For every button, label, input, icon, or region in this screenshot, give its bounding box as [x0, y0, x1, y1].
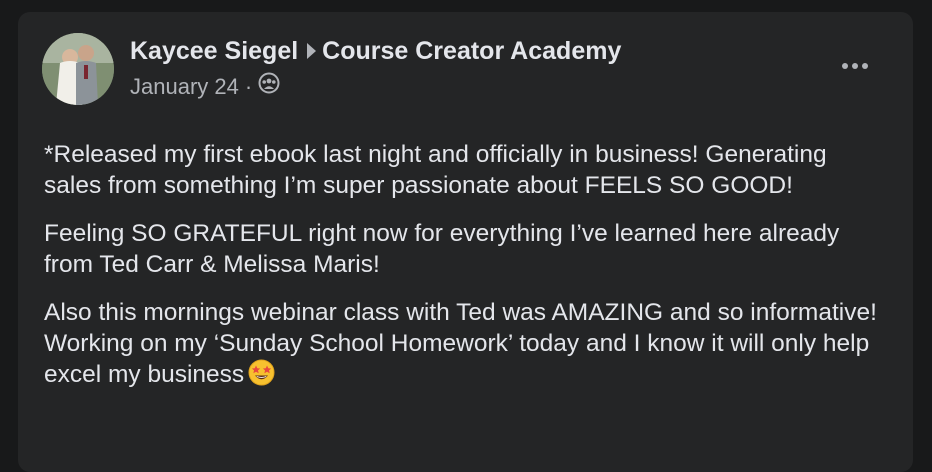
avatar-photo	[42, 33, 114, 105]
post-paragraph: *Released my first ebook last night and …	[44, 141, 827, 199]
post-text: *Released my first ebook last night and …	[44, 139, 884, 411]
post-date[interactable]: January 24	[130, 73, 239, 101]
post-paragraph: Also this mornings webinar class with Te…	[44, 297, 884, 394]
star-struck-emoji-icon	[248, 359, 275, 394]
post-header: Kaycee Siegel Course Creator Academy	[130, 36, 621, 66]
avatar[interactable]	[42, 33, 114, 105]
post-paragraph-text: Also this mornings webinar class with Te…	[44, 299, 877, 388]
more-options-icon	[842, 63, 868, 69]
group-name[interactable]: Course Creator Academy	[322, 36, 621, 66]
more-options-button[interactable]	[835, 54, 875, 78]
posted-in-arrow-icon	[307, 43, 317, 59]
post-card: Kaycee Siegel Course Creator Academy Jan…	[18, 12, 913, 472]
post-meta: January 24 ·	[130, 72, 280, 101]
author-name[interactable]: Kaycee Siegel	[130, 36, 298, 66]
meta-separator: ·	[244, 73, 253, 99]
post-paragraph: Feeling SO GRATEFUL right now for everyt…	[44, 220, 840, 278]
group-members-icon[interactable]	[258, 72, 280, 101]
